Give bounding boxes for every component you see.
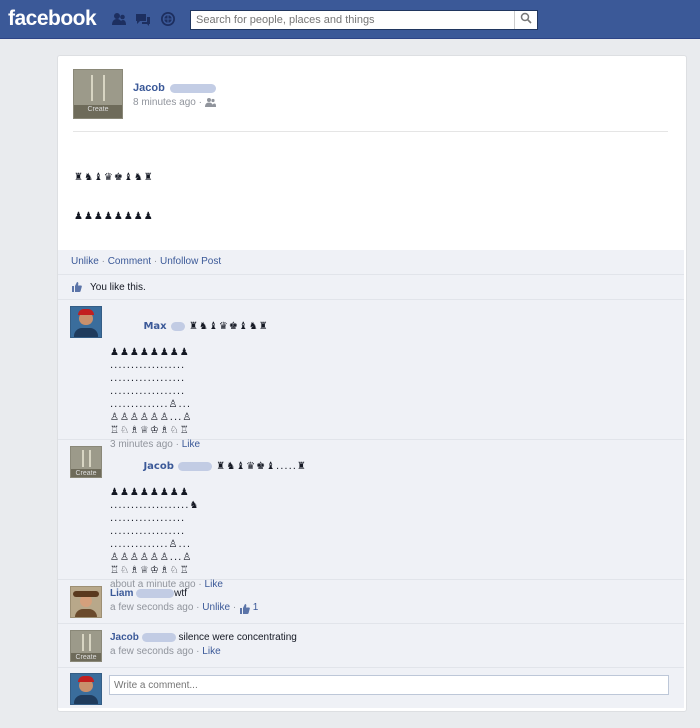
comment: Create Jacob silence were concentrating … bbox=[58, 624, 684, 668]
likes-row: You like this. bbox=[58, 275, 684, 300]
comment-line: .................. bbox=[110, 513, 186, 524]
divider bbox=[73, 131, 668, 132]
post-time[interactable]: 8 minutes ago bbox=[133, 97, 196, 108]
comment-line: ..............♙... bbox=[110, 539, 192, 550]
comment-input[interactable] bbox=[109, 675, 669, 695]
thumbs-up-icon bbox=[71, 281, 82, 293]
redacted-surname bbox=[170, 321, 185, 331]
comment-line: .................. bbox=[110, 526, 186, 537]
redacted-surname bbox=[178, 461, 213, 471]
search-box bbox=[190, 10, 538, 30]
commenter-avatar[interactable] bbox=[70, 306, 102, 338]
comment-line: ♟♟♟♟♟♟♟♟ bbox=[110, 487, 190, 498]
viewer-avatar bbox=[70, 673, 102, 705]
comment: Max ♜♞♝♛♚♝♞♜ ♟♟♟♟♟♟♟♟ ..................… bbox=[58, 300, 684, 450]
messages-icon[interactable] bbox=[135, 11, 151, 27]
top-bar: facebook bbox=[0, 0, 700, 39]
comment-time[interactable]: a few seconds ago bbox=[110, 602, 193, 613]
friend-requests-icon[interactable] bbox=[111, 11, 127, 27]
commenter-avatar[interactable]: Create bbox=[70, 446, 102, 478]
commenter-avatar[interactable] bbox=[70, 586, 102, 618]
search-icon[interactable] bbox=[514, 11, 537, 29]
post-author-name[interactable]: Jacob bbox=[133, 82, 165, 94]
comment-line: .................. bbox=[110, 360, 186, 371]
action-bar: Unlike · Comment · Unfollow Post bbox=[58, 250, 684, 275]
comment-text: silence were concentrating bbox=[178, 632, 297, 643]
redacted-surname bbox=[136, 588, 175, 598]
comment-line: ♙♙♙♙♙♙...♙ bbox=[110, 552, 193, 563]
comment-line: ...................♞ bbox=[110, 500, 200, 511]
comment-line: ♙♙♙♙♙♙...♙ bbox=[110, 412, 193, 423]
comment-text: ♜♞♝♛♚♝♞♜ bbox=[188, 321, 269, 332]
thumbs-up-icon[interactable] bbox=[239, 603, 250, 615]
post-meta: 8 minutes ago · bbox=[133, 97, 216, 110]
comment-text: wtf bbox=[174, 588, 187, 599]
comment-line: .................. bbox=[110, 373, 186, 384]
likes-text: You like this. bbox=[90, 282, 146, 293]
commenter-name[interactable]: Jacob bbox=[110, 632, 139, 643]
friends-icon[interactable] bbox=[204, 97, 216, 110]
comment-line: ♟♟♟♟♟♟♟♟ bbox=[110, 347, 190, 358]
unlike-link[interactable]: Unlike bbox=[202, 602, 230, 613]
commenter-avatar[interactable]: Create bbox=[70, 630, 102, 662]
commenter-name[interactable]: Max bbox=[143, 321, 166, 332]
unfollow-post-link[interactable]: Unfollow Post bbox=[160, 256, 221, 267]
like-count[interactable]: 1 bbox=[253, 602, 259, 613]
comment: Liam wtf a few seconds ago · Unlike · 1 bbox=[58, 580, 684, 624]
post-author: Jacob bbox=[133, 82, 216, 94]
comment-text: ♜♞♝♛♚♝.....♜ bbox=[216, 461, 307, 472]
redacted-surname bbox=[141, 632, 176, 642]
notifications-icon[interactable] bbox=[160, 11, 176, 27]
comment: Create Jacob ♜♞♝♛♚♝.....♜ ♟♟♟♟♟♟♟♟ .....… bbox=[58, 440, 684, 590]
unlike-link[interactable]: Unlike bbox=[71, 256, 99, 267]
comment-line: ♖♘♗♕♔♗♘♖ bbox=[110, 425, 190, 436]
comment-line: ..............♙... bbox=[110, 399, 192, 410]
feedback-area: Unlike · Comment · Unfollow Post You lik… bbox=[58, 250, 684, 670]
author-avatar[interactable]: Create bbox=[73, 69, 123, 119]
search-input[interactable] bbox=[191, 11, 516, 29]
commenter-name[interactable]: Jacob bbox=[143, 461, 173, 472]
comment-line: ♖♘♗♕♔♗♘♖ bbox=[110, 565, 190, 576]
like-link[interactable]: Like bbox=[202, 646, 220, 657]
comment-time[interactable]: a few seconds ago bbox=[110, 646, 193, 657]
comment-line: .................. bbox=[110, 386, 186, 397]
redacted-surname bbox=[169, 83, 216, 93]
comment-link[interactable]: Comment bbox=[108, 256, 151, 267]
commenter-name[interactable]: Liam bbox=[110, 588, 133, 599]
facebook-logo[interactable]: facebook bbox=[8, 7, 97, 31]
